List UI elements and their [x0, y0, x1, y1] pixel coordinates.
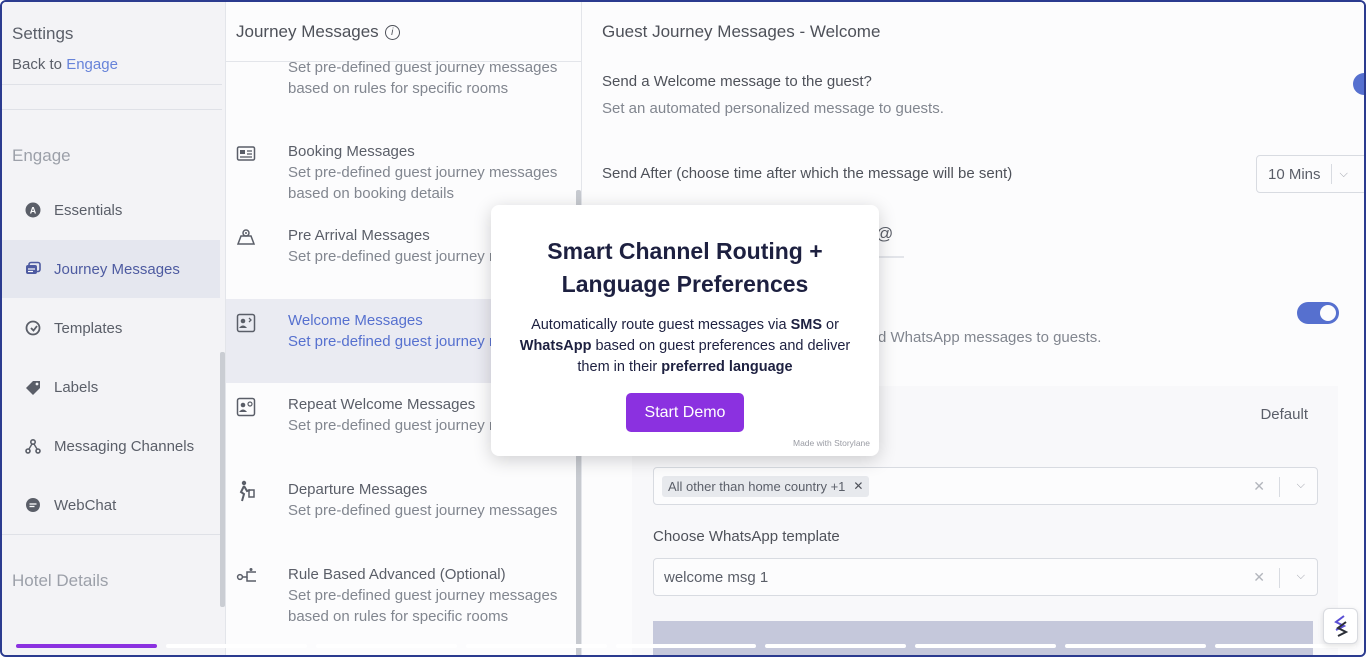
progress-step[interactable] — [765, 644, 907, 648]
modal-title-line2: Language Preferences — [561, 271, 809, 297]
modal-body-whatsapp: WhatsApp — [519, 338, 592, 354]
made-with-footer[interactable]: Made with Storylane — [793, 438, 870, 448]
modal-body-language: preferred language — [661, 359, 793, 375]
app-frame: Settings Back to Engage Engage A Essenti… — [0, 0, 1366, 657]
modal-title: Smart Channel Routing + Language Prefere… — [491, 235, 879, 301]
storylane-logo-button[interactable] — [1323, 608, 1358, 644]
start-demo-button[interactable]: Start Demo — [626, 393, 744, 432]
progress-step[interactable] — [165, 644, 307, 648]
modal-body-sms: SMS — [790, 317, 822, 333]
demo-modal: Smart Channel Routing + Language Prefere… — [491, 205, 879, 456]
progress-step[interactable] — [615, 644, 757, 648]
storylane-icon — [1333, 615, 1348, 637]
progress-step[interactable] — [1215, 644, 1357, 648]
demo-progress — [16, 644, 1357, 648]
modal-body-2: or — [822, 317, 839, 333]
modal-title-line1: Smart Channel Routing + — [547, 238, 823, 264]
progress-step[interactable] — [915, 644, 1057, 648]
modal-body: Automatically route guest messages via S… — [515, 315, 855, 378]
modal-body-1: Automatically route guest messages via — [531, 317, 791, 333]
progress-step[interactable] — [315, 644, 457, 648]
progress-step[interactable] — [465, 644, 607, 648]
progress-step[interactable] — [1065, 644, 1207, 648]
progress-step[interactable] — [16, 644, 157, 648]
